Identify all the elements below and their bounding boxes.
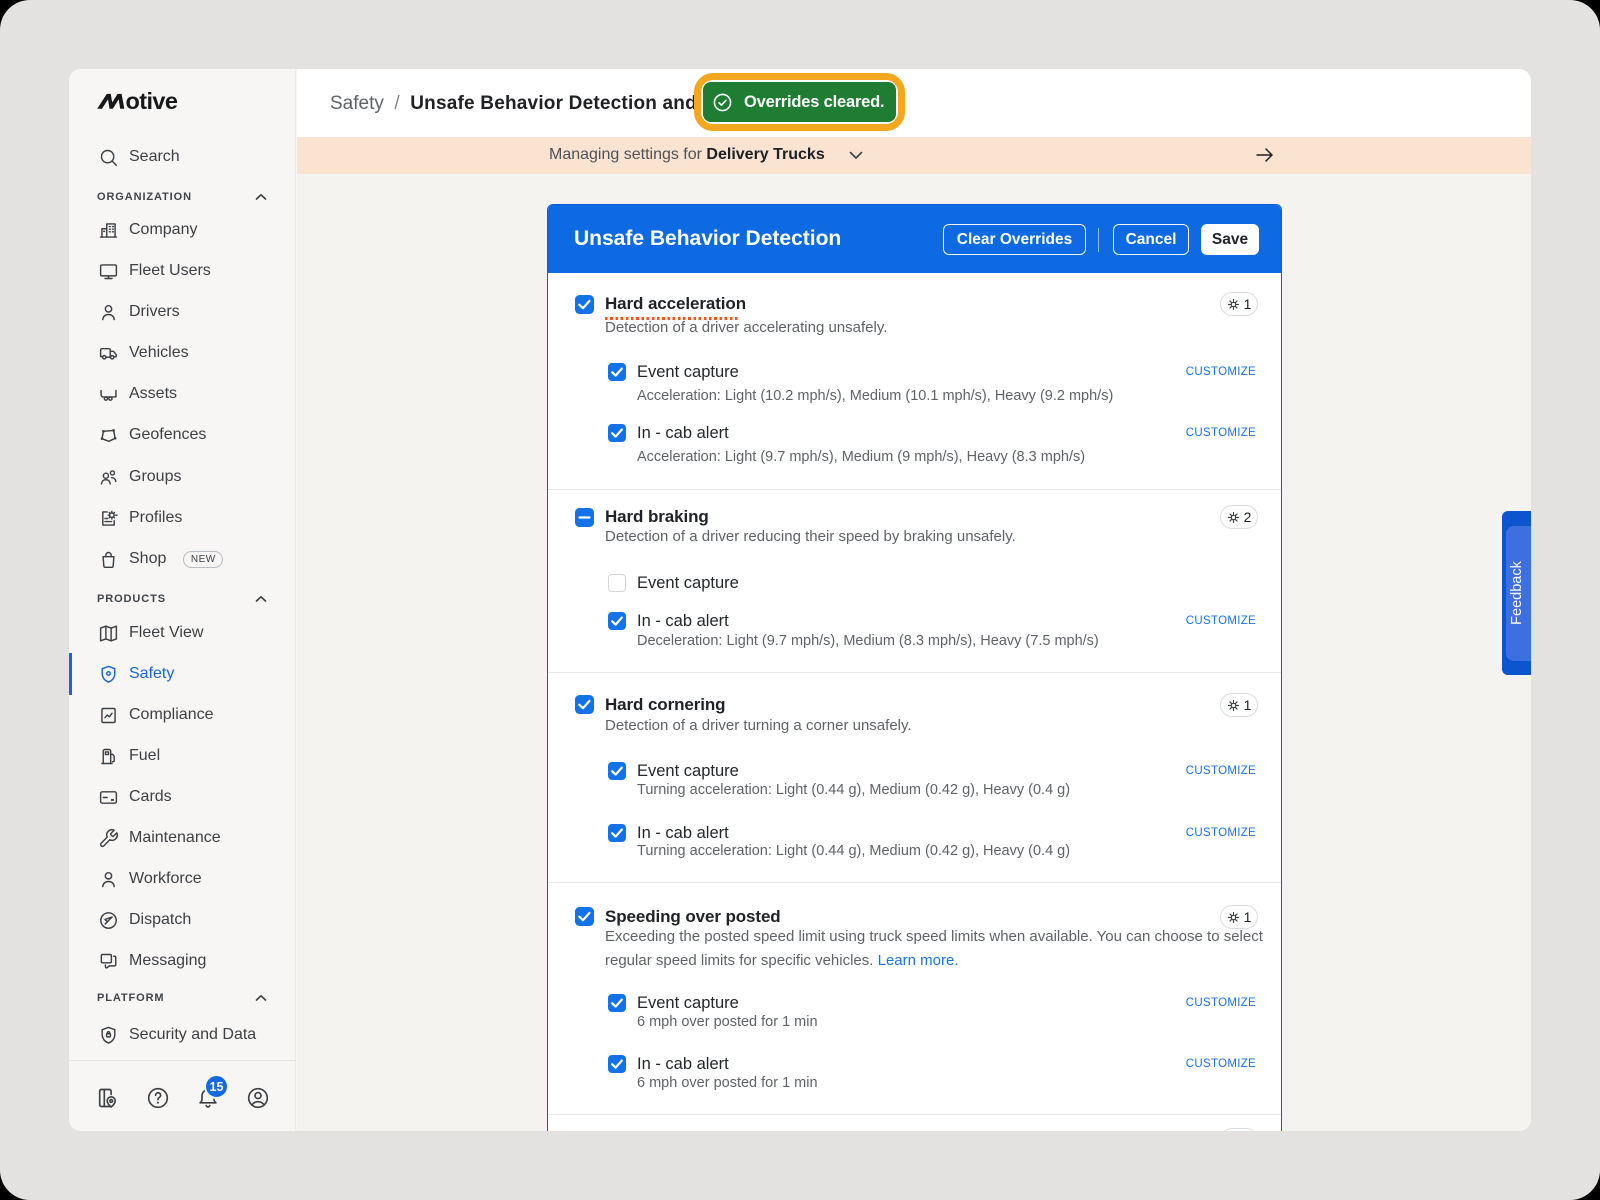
svg-text:otive: otive [126, 88, 178, 112]
